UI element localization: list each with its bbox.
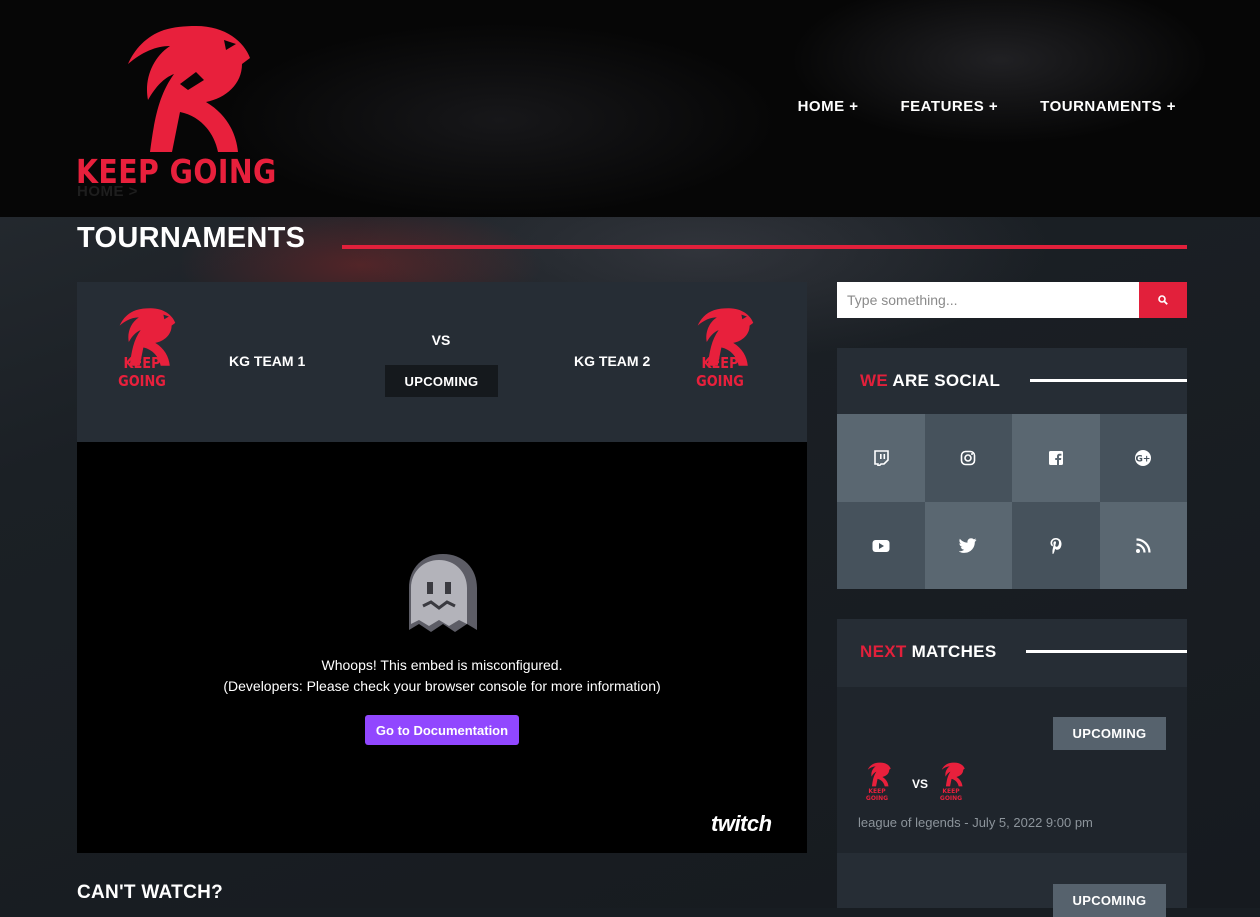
breadcrumb[interactable]: HOME > bbox=[77, 183, 138, 200]
next-match-team1-logo: KEEP GOING bbox=[858, 761, 896, 802]
team1-logo: KEEP GOING bbox=[96, 304, 188, 390]
next-match-item[interactable]: UPCOMING KEEP GOING VS KEEP GOING league… bbox=[837, 687, 1187, 853]
eagle-logo-icon bbox=[128, 26, 250, 152]
team1-name[interactable]: KG TEAM 1 bbox=[229, 353, 305, 369]
widget-divider bbox=[1026, 650, 1187, 653]
eagle-logo-icon bbox=[867, 762, 891, 787]
next-matches-header: NEXT MATCHES bbox=[837, 619, 1187, 687]
next-match-status-badge: UPCOMING bbox=[1053, 884, 1166, 917]
facebook-icon bbox=[1048, 451, 1063, 466]
social-widget: WE ARE SOCIAL G+ bbox=[837, 348, 1187, 589]
site-logo[interactable]: KEEP GOING bbox=[76, 24, 278, 191]
social-twitter-link[interactable] bbox=[924, 502, 1012, 589]
pinterest-icon bbox=[1050, 537, 1062, 554]
social-pinterest-link[interactable] bbox=[1012, 502, 1100, 589]
search-input[interactable] bbox=[837, 282, 1139, 318]
team1-logo-text: KEEP GOING bbox=[118, 354, 166, 390]
nav-features[interactable]: FEATURES + bbox=[901, 98, 999, 115]
rss-icon bbox=[1136, 537, 1151, 553]
twitch-embed[interactable]: Whoops! This embed is misconfigured. (De… bbox=[77, 442, 807, 853]
search-icon bbox=[1158, 295, 1168, 305]
twitch-logo[interactable]: twitch bbox=[711, 811, 772, 837]
twitter-icon bbox=[959, 538, 977, 553]
twitch-icon bbox=[873, 450, 889, 466]
google-plus-icon: G+ bbox=[1135, 450, 1152, 466]
social-widget-header: WE ARE SOCIAL bbox=[837, 348, 1187, 414]
social-instagram-link[interactable] bbox=[924, 414, 1012, 502]
social-google-plus-link[interactable]: G+ bbox=[1099, 414, 1187, 502]
youtube-icon bbox=[872, 539, 890, 552]
go-to-documentation-button[interactable]: Go to Documentation bbox=[365, 715, 519, 745]
embed-error-message: Whoops! This embed is misconfigured. bbox=[321, 657, 563, 673]
site-header: KEEP GOING HOME + FEATURES + TOURNAMENTS… bbox=[0, 0, 1260, 217]
widget-divider bbox=[1030, 379, 1187, 382]
next-match-status-badge: UPCOMING bbox=[1053, 717, 1166, 750]
nav-home[interactable]: HOME + bbox=[798, 98, 859, 115]
social-facebook-link[interactable] bbox=[1012, 414, 1100, 502]
next-match-item[interactable]: UPCOMING bbox=[837, 855, 1187, 917]
social-twitch-link[interactable] bbox=[837, 414, 925, 502]
social-grid: G+ bbox=[837, 414, 1187, 589]
match-status-badge: UPCOMING bbox=[385, 365, 498, 397]
social-widget-title: WE ARE SOCIAL bbox=[860, 371, 1001, 390]
cant-watch-heading: CAN'T WATCH? bbox=[77, 882, 224, 903]
match-card: KEEP GOING KG TEAM 1 VS UPCOMING KG TEAM… bbox=[77, 282, 807, 442]
next-matches-title: NEXT MATCHES bbox=[860, 642, 997, 661]
main-nav: HOME + FEATURES + TOURNAMENTS + bbox=[798, 98, 1176, 115]
instagram-icon bbox=[960, 450, 976, 466]
team2-logo-text: KEEP GOING bbox=[696, 354, 744, 390]
eagle-logo-icon bbox=[941, 762, 965, 787]
social-rss-link[interactable] bbox=[1099, 502, 1187, 589]
nav-tournaments[interactable]: TOURNAMENTS + bbox=[1040, 98, 1176, 115]
embed-error-detail: (Developers: Please check your browser c… bbox=[223, 678, 661, 694]
next-matches-widget: NEXT MATCHES UPCOMING KEEP GOING VS KEEP… bbox=[837, 619, 1187, 917]
svg-text:G+: G+ bbox=[1136, 455, 1151, 465]
search-form bbox=[837, 282, 1187, 318]
ghost-icon bbox=[409, 554, 477, 632]
team2-name[interactable]: KG TEAM 2 bbox=[574, 353, 650, 369]
next-match-team2-logo: KEEP GOING bbox=[932, 761, 970, 802]
title-divider bbox=[342, 245, 1187, 249]
social-youtube-link[interactable] bbox=[837, 502, 925, 589]
search-button[interactable] bbox=[1139, 282, 1187, 318]
team2-logo: KEEP GOING bbox=[674, 304, 766, 390]
page-title: TOURNAMENTS bbox=[77, 222, 306, 254]
next-match-vs: VS bbox=[912, 777, 929, 791]
vs-label: VS bbox=[431, 332, 451, 348]
next-match-meta: league of legends - July 5, 2022 9:00 pm bbox=[858, 815, 1093, 830]
